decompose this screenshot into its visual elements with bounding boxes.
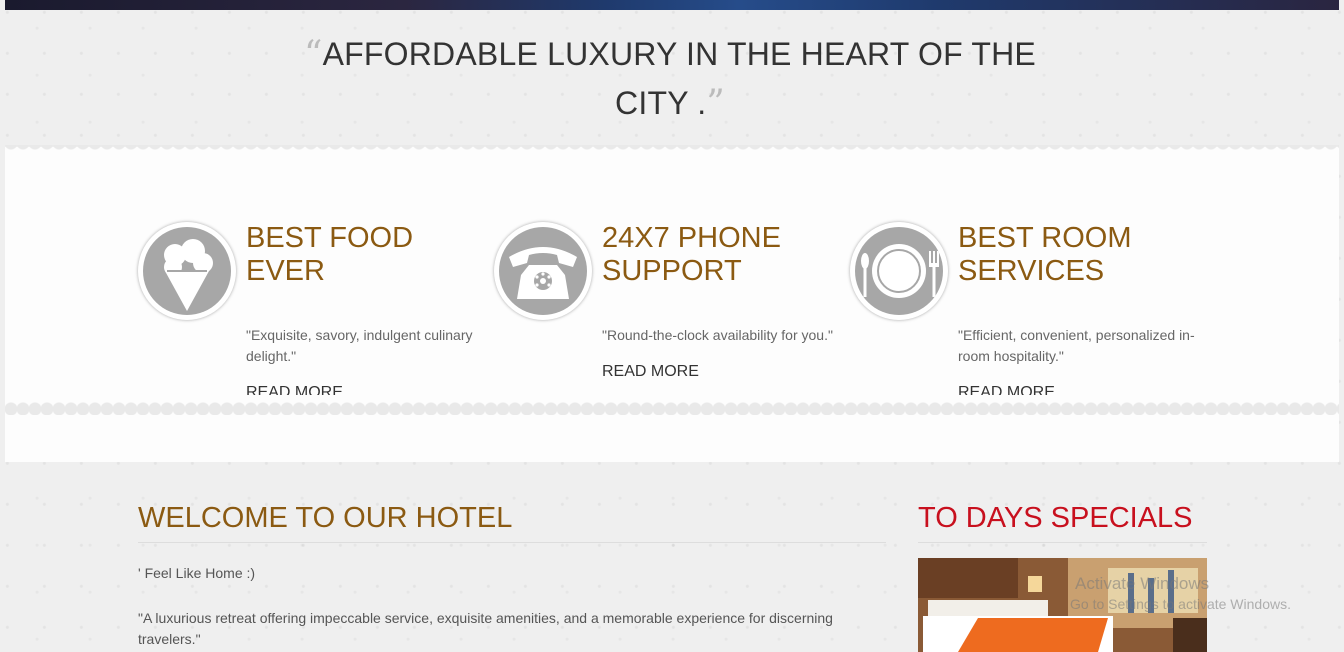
welcome-section: WELCOME TO OUR HOTEL ' Feel Like Home :)… bbox=[138, 500, 886, 650]
features-section: BEST FOOD EVER "Exquisite, savory, indul… bbox=[5, 145, 1339, 462]
feature-title: BEST ROOM SERVICES bbox=[958, 222, 1132, 287]
wave-divider-bottom bbox=[5, 395, 1339, 415]
specials-title: TO DAYS SPECIALS bbox=[918, 500, 1207, 543]
specials-section: TO DAYS SPECIALS bbox=[918, 500, 1207, 652]
hero-banner-bottom-edge bbox=[5, 0, 1339, 10]
close-quote-icon: ” bbox=[706, 83, 725, 124]
open-quote-icon: “ bbox=[304, 34, 323, 75]
hotel-room-photo[interactable] bbox=[918, 558, 1207, 652]
feature-title: BEST FOOD EVER bbox=[246, 222, 414, 287]
ice-cream-icon bbox=[138, 222, 236, 320]
telephone-icon bbox=[494, 222, 592, 320]
welcome-body: "A luxurious retreat offering impeccable… bbox=[138, 610, 833, 647]
tagline: “AFFORDABLE LUXURY IN THE HEART OF THE C… bbox=[290, 30, 1050, 128]
welcome-title: WELCOME TO OUR HOTEL bbox=[138, 500, 886, 543]
tagline-text: AFFORDABLE LUXURY IN THE HEART OF THE CI… bbox=[322, 36, 1036, 121]
feature-phone-support: 24X7 PHONE SUPPORT "Round-the-clock avai… bbox=[494, 222, 834, 402]
welcome-subtitle: ' Feel Like Home :) bbox=[138, 565, 256, 581]
feature-room-service: BEST ROOM SERVICES "Efficient, convenien… bbox=[850, 222, 1195, 402]
feature-food: BEST FOOD EVER "Exquisite, savory, indul… bbox=[138, 222, 478, 402]
feature-title: 24X7 PHONE SUPPORT bbox=[602, 222, 781, 287]
wave-divider-top bbox=[5, 145, 1339, 153]
read-more-link[interactable]: READ MORE bbox=[602, 363, 842, 381]
feature-description: "Exquisite, savory, indulgent culinary d… bbox=[246, 327, 473, 364]
plate-cutlery-icon bbox=[850, 222, 948, 320]
feature-description: "Efficient, convenient, personalized in-… bbox=[958, 327, 1195, 364]
feature-description: "Round-the-clock availability for you." bbox=[602, 327, 833, 343]
